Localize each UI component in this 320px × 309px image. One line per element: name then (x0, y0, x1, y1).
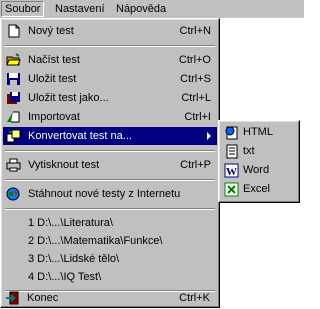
menu-item-label: Stáhnout nové testy z Internetu (28, 188, 181, 200)
menu-item-label: 4 D:\...\IQ Test\ (28, 271, 102, 283)
menu-item-import[interactable]: Importovat Ctrl+I (3, 108, 217, 126)
menu-item-convert[interactable]: Konvertovat test na... (3, 127, 217, 145)
recent-file-3[interactable]: 3 D:\...\Lidské tělo\ (3, 250, 217, 268)
save-as-icon (6, 91, 21, 105)
convert-icon (6, 129, 21, 143)
open-folder-icon (6, 53, 21, 67)
recent-file-1[interactable]: 1 D:\...\Literatura\ (3, 214, 217, 232)
menu-item-exit-row[interactable]: Konec Ctrl+K (2, 289, 216, 307)
submenu-arrow-icon (207, 132, 211, 140)
save-disk-icon (6, 72, 21, 86)
separator (5, 45, 215, 47)
menu-item-new-test[interactable]: Nový test Ctrl+N (3, 22, 217, 40)
menu-nastaveni-label: Nastavení (55, 3, 105, 15)
separator (5, 208, 215, 210)
submenu-item-excel[interactable]: Excel (221, 180, 297, 199)
menu-bar: Soubor Nastavení Nápověda (0, 0, 304, 18)
menu-item-label: Nový test (28, 25, 74, 37)
submenu-item-label: Word (243, 164, 270, 176)
menu-item-label: Konvertovat test na... (28, 130, 132, 142)
excel-icon (224, 182, 239, 197)
file-menu: Nový test Ctrl+N Načíst test Ctrl+O Ulož… (0, 18, 220, 308)
submenu-item-label: txt (243, 145, 255, 157)
menu-item-label: Konec (27, 292, 59, 304)
recent-file-2[interactable]: 2 D:\...\Matematika\Funkce\ (3, 232, 217, 250)
submenu-item-label: HTML (243, 126, 273, 138)
menu-item-label: Uložit test (28, 73, 77, 85)
menu-item-label: 2 D:\...\Matematika\Funkce\ (28, 235, 163, 247)
html-icon (224, 125, 239, 140)
submenu-item-txt[interactable]: txt (221, 142, 297, 161)
separator (5, 150, 215, 152)
svg-text:W: W (226, 166, 237, 178)
menu-item-shortcut: Ctrl+N (179, 25, 211, 37)
menu-item-shortcut: Ctrl+O (178, 54, 211, 66)
submenu-item-word[interactable]: W Word (221, 161, 297, 180)
text-file-icon (224, 144, 239, 159)
menu-item-open-test[interactable]: Načíst test Ctrl+O (3, 51, 217, 69)
menu-napoveda[interactable]: Nápověda (113, 1, 169, 17)
new-document-icon (6, 24, 21, 38)
printer-icon (6, 158, 21, 172)
download-internet-icon (6, 187, 21, 201)
menu-item-shortcut: Ctrl+P (180, 159, 211, 171)
menu-item-print[interactable]: Vytisknout test Ctrl+P (3, 156, 217, 174)
menu-item-label: 3 D:\...\Lidské tělo\ (28, 253, 120, 265)
menu-item-shortcut: Ctrl+K (179, 292, 210, 304)
separator (5, 179, 215, 181)
submenu-item-html[interactable]: HTML (221, 123, 297, 142)
menu-item-label: Importovat (28, 111, 80, 123)
menu-nastaveni[interactable]: Nastavení (52, 1, 108, 17)
import-icon (6, 110, 21, 124)
word-icon: W (224, 163, 239, 178)
menu-soubor-label: Soubor (5, 3, 41, 15)
menu-item-label: 1 D:\...\Literatura\ (28, 217, 113, 229)
exit-door-icon (5, 291, 20, 305)
menu-item-download[interactable]: Stáhnout nové testy z Internetu (3, 185, 217, 203)
menu-item-label: Uložit test jako... (28, 92, 109, 104)
convert-submenu: HTML txt W Word Excel (218, 120, 300, 203)
menu-item-shortcut: Ctrl+L (181, 92, 211, 104)
menu-item-shortcut: Ctrl+I (184, 111, 211, 123)
menu-item-label: Načíst test (28, 54, 80, 66)
menu-item-shortcut: Ctrl+S (180, 73, 211, 85)
menu-item-label: Vytisknout test (28, 159, 100, 171)
submenu-item-label: Excel (243, 183, 270, 195)
recent-file-4[interactable]: 4 D:\...\IQ Test\ (3, 268, 217, 286)
menu-item-save-test[interactable]: Uložit test Ctrl+S (3, 70, 217, 88)
menu-napoveda-label: Nápověda (116, 3, 167, 15)
menu-soubor[interactable]: Soubor (1, 1, 45, 17)
menu-item-save-as[interactable]: Uložit test jako... Ctrl+L (3, 89, 217, 107)
